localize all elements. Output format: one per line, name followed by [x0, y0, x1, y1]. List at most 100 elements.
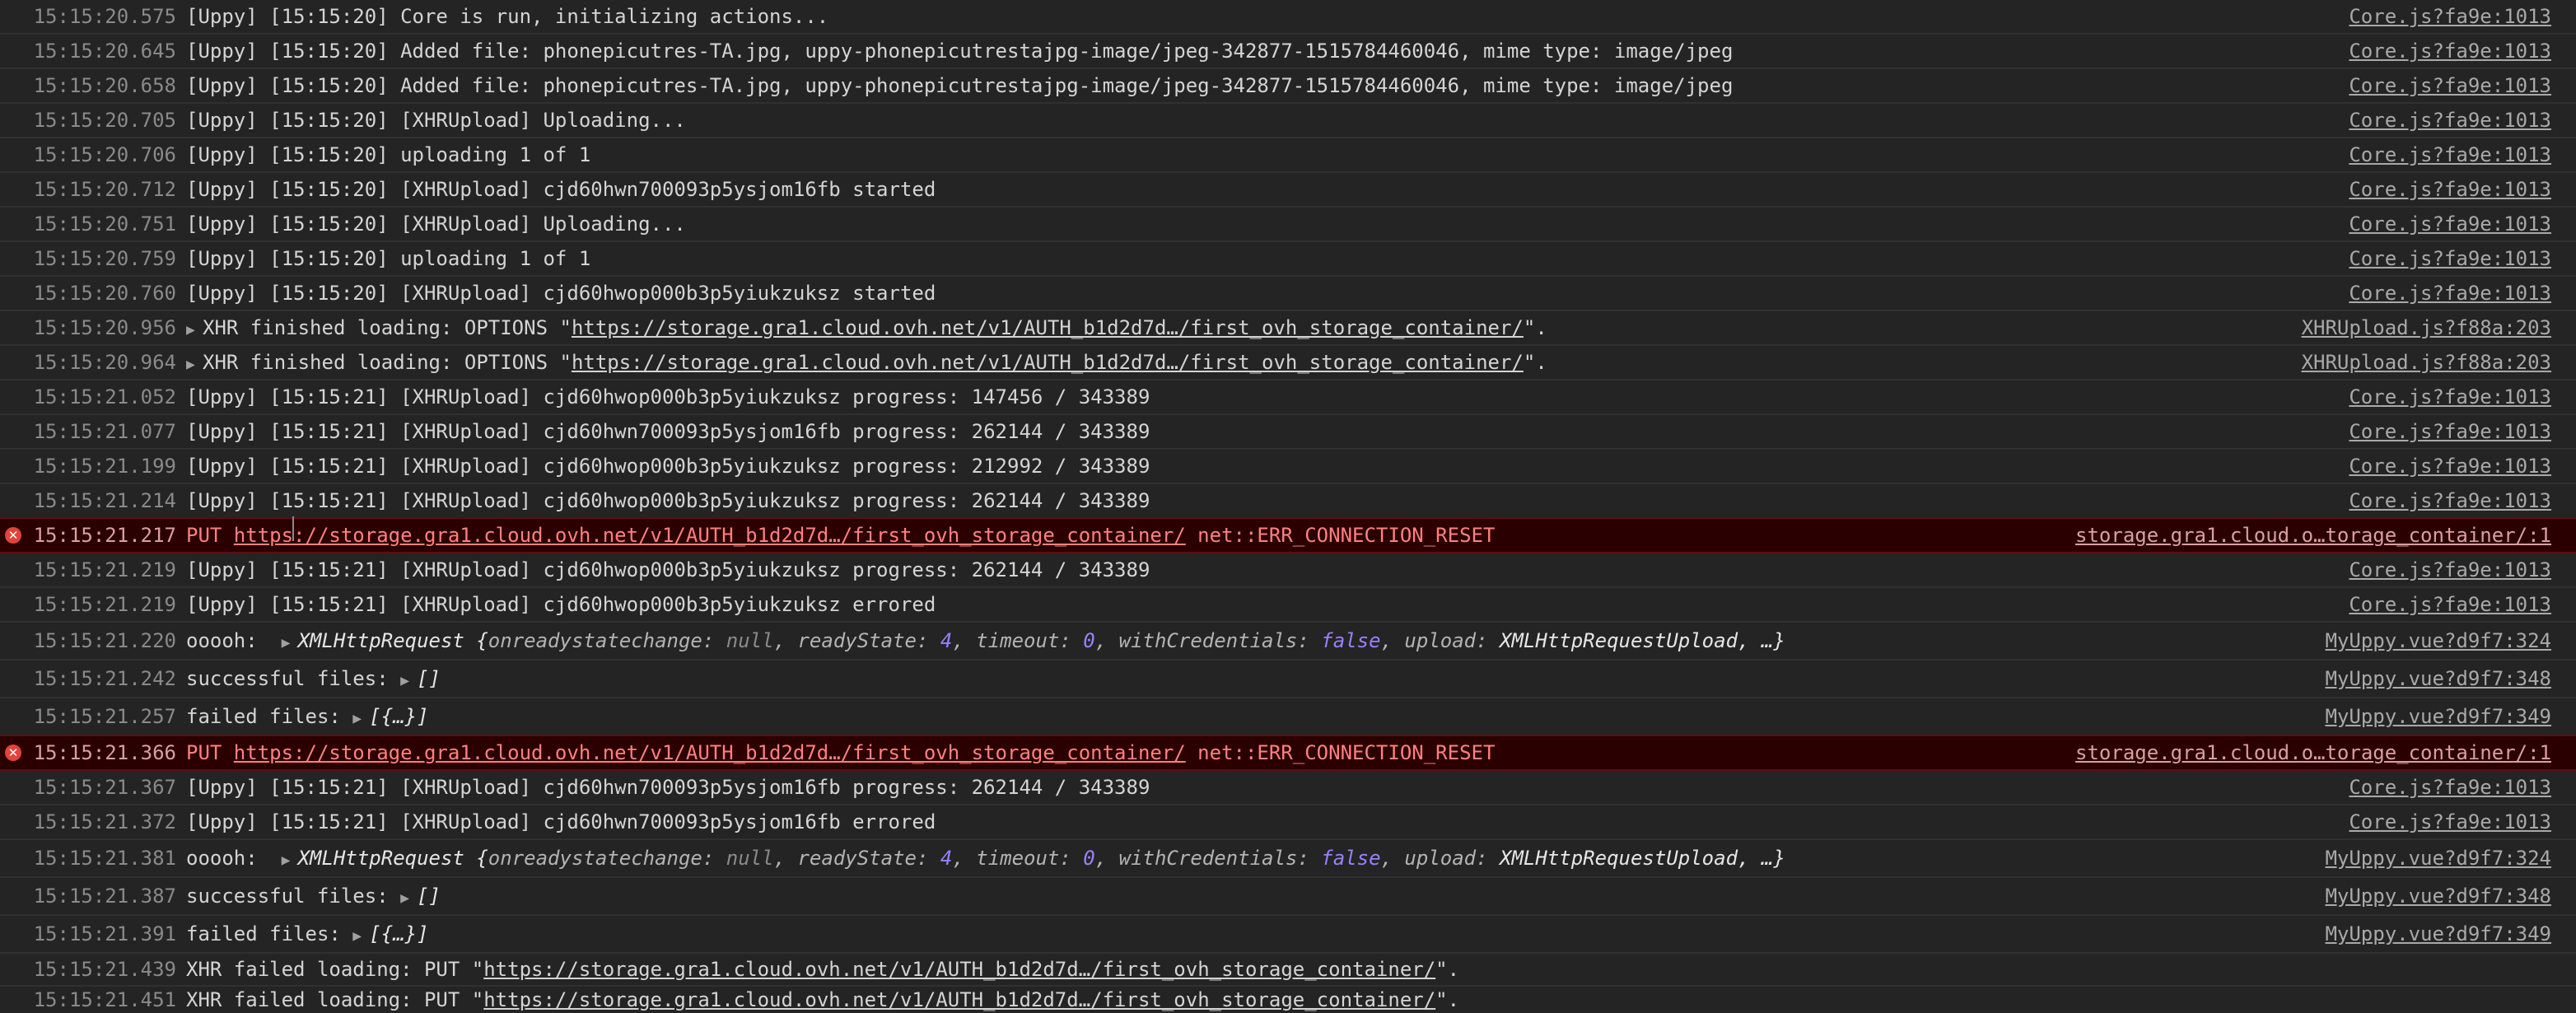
log-row: 15:15:20.645 [Uppy] [15:15:20] Added fil…	[0, 35, 2576, 69]
expand-triangle-icon[interactable]: ▶	[352, 927, 369, 945]
source-link[interactable]: Core.js?fa9e:1013	[2349, 593, 2551, 616]
object-name[interactable]: XMLHttpRequest	[298, 629, 477, 652]
log-row: 15:15:20.658 [Uppy] [15:15:20] Added fil…	[0, 69, 2576, 104]
request-url-link[interactable]: https://storage.gra1.cloud.ovh.net/v1/AU…	[572, 316, 1524, 339]
request-url-link[interactable]: https://storage.gra1.cloud.ovh.net/v1/AU…	[234, 741, 1186, 764]
source-link[interactable]: Core.js?fa9e:1013	[2349, 143, 2551, 166]
log-row: 15:15:21.219 [Uppy] [15:15:21] [XHRUploa…	[0, 553, 2576, 588]
log-message: [Uppy] [15:15:21] [XHRUpload] cjd60hwn70…	[186, 810, 936, 833]
object-key: , timeout:	[952, 847, 1084, 870]
object-brace: , …}	[1738, 847, 1785, 870]
array-value[interactable]: []	[417, 667, 441, 690]
timestamp: 15:15:21.366	[33, 741, 176, 764]
object-value: false	[1321, 847, 1381, 870]
log-row: 15:15:21.242 successful files: ▶[] MyUpp…	[0, 661, 2576, 698]
timestamp: 15:15:20.751	[33, 212, 176, 236]
source-link[interactable]: Core.js?fa9e:1013	[2349, 455, 2551, 478]
object-key: , timeout:	[952, 629, 1084, 652]
row-gutter: ✕	[0, 745, 26, 761]
timestamp: 15:15:21.217	[33, 524, 176, 547]
source-link[interactable]: Core.js?fa9e:1013	[2349, 178, 2551, 201]
expand-triangle-icon[interactable]: ▶	[186, 356, 203, 373]
source-link[interactable]: XHRUpload.js?f88a:203	[2302, 316, 2551, 339]
log-message: ooooh: ▶ XMLHttpRequest {onreadystatechan…	[186, 629, 2576, 652]
source-link[interactable]: Core.js?fa9e:1013	[2349, 40, 2551, 63]
source-link[interactable]: XHRUpload.js?f88a:203	[2302, 351, 2551, 374]
source-link[interactable]: MyUppy.vue?d9f7:349	[2325, 705, 2551, 728]
log-label: failed files:	[186, 705, 353, 728]
source-link[interactable]: MyUppy.vue?d9f7:348	[2325, 667, 2551, 690]
expand-triangle-icon[interactable]: ▶	[186, 321, 203, 338]
quote-end: ".	[1435, 988, 1460, 1011]
timestamp: 15:15:20.706	[33, 143, 176, 166]
source-link[interactable]: Core.js?fa9e:1013	[2349, 212, 2551, 236]
expand-triangle-icon[interactable]: ▶	[282, 852, 298, 869]
timestamp: 15:15:21.367	[33, 776, 176, 799]
expand-triangle-icon[interactable]: ▶	[400, 672, 417, 689]
source-link[interactable]: Core.js?fa9e:1013	[2349, 385, 2551, 408]
object-value: null	[726, 847, 774, 870]
console-log: 15:15:20.575 [Uppy] [15:15:20] Core is r…	[0, 0, 2576, 1013]
object-brace: , …}	[1738, 629, 1785, 652]
request-url-link[interactable]: https://storage.gra1.cloud.ovh.net/v1/AU…	[234, 524, 1186, 547]
timestamp: 15:15:21.439	[33, 958, 176, 981]
expand-triangle-icon[interactable]: ▶	[400, 889, 417, 907]
log-message: ▶ XHR finished loading: OPTIONS "https://…	[186, 351, 2576, 374]
timestamp: 15:15:21.451	[33, 988, 176, 1011]
error-code: net::ERR_CONNECTION_RESET	[1185, 524, 1496, 547]
source-link[interactable]: Core.js?fa9e:1013	[2349, 776, 2551, 799]
object-name[interactable]: XMLHttpRequest	[298, 847, 477, 870]
source-link[interactable]: storage.gra1.cloud.o…torage_container/:1	[2075, 524, 2551, 547]
log-message: XHR failed loading: PUT "https://storage…	[186, 988, 2576, 1011]
array-value[interactable]: []	[417, 885, 441, 908]
object-key: onreadystatechange:	[488, 629, 726, 652]
expand-triangle-icon[interactable]: ▶	[352, 710, 369, 727]
log-message: [Uppy] [15:15:20] Added file: phonepicut…	[186, 74, 1734, 97]
quote-end: ".	[1523, 351, 1547, 374]
timestamp: 15:15:20.712	[33, 178, 176, 201]
source-link[interactable]: Core.js?fa9e:1013	[2349, 282, 2551, 305]
timestamp: 15:15:21.220	[33, 629, 176, 652]
timestamp: 15:15:21.257	[33, 705, 176, 728]
source-link[interactable]: Core.js?fa9e:1013	[2349, 5, 2551, 28]
source-link[interactable]: Core.js?fa9e:1013	[2349, 247, 2551, 270]
timestamp: 15:15:20.705	[33, 109, 176, 132]
source-link[interactable]: MyUppy.vue?d9f7:349	[2325, 922, 2551, 945]
log-message: [Uppy] [15:15:21] [XHRUpload] cjd60hwn70…	[186, 776, 1150, 799]
timestamp: 15:15:21.387	[33, 885, 176, 908]
timestamp: 15:15:20.575	[33, 5, 176, 28]
object-key: onreadystatechange:	[488, 847, 726, 870]
source-link[interactable]: storage.gra1.cloud.o…torage_container/:1	[2075, 741, 2551, 764]
source-link[interactable]: Core.js?fa9e:1013	[2349, 558, 2551, 581]
expand-triangle-icon[interactable]: ▶	[282, 634, 298, 651]
xhr-put-prefix: XHR failed loading: PUT "	[186, 958, 484, 981]
source-link[interactable]: MyUppy.vue?d9f7:348	[2325, 885, 2551, 908]
source-link[interactable]: MyUppy.vue?d9f7:324	[2325, 847, 2551, 870]
source-link[interactable]: Core.js?fa9e:1013	[2349, 420, 2551, 443]
timestamp: 15:15:20.658	[33, 74, 176, 97]
object-value: false	[1321, 629, 1381, 652]
xhr-options-prefix: XHR finished loading: OPTIONS "	[203, 316, 572, 339]
log-row: 15:15:21.220 ooooh: ▶ XMLHttpRequest {onr…	[0, 623, 2576, 661]
log-row: 15:15:21.372 [Uppy] [15:15:21] [XHRUploa…	[0, 805, 2576, 840]
source-link[interactable]: Core.js?fa9e:1013	[2349, 810, 2551, 833]
row-gutter: ✕	[0, 527, 26, 544]
log-message: XHR failed loading: PUT "https://storage…	[186, 958, 2576, 981]
timestamp: 15:15:20.956	[33, 316, 176, 339]
array-value[interactable]: [{…}]	[369, 705, 428, 728]
quote-end: ".	[1523, 316, 1547, 339]
log-message: [Uppy] [15:15:21] [XHRUpload] cjd60hwop0…	[186, 455, 1150, 478]
array-value[interactable]: [{…}]	[369, 922, 428, 945]
object-key: , readyState:	[773, 629, 940, 652]
log-row: 15:15:20.964 ▶ XHR finished loading: OPTI…	[0, 346, 2576, 380]
log-message: [Uppy] [15:15:20] [XHRUpload] Uploading.…	[186, 212, 686, 236]
request-url-link[interactable]: https://storage.gra1.cloud.ovh.net/v1/AU…	[483, 958, 1435, 981]
source-link[interactable]: Core.js?fa9e:1013	[2349, 109, 2551, 132]
request-url-link[interactable]: https://storage.gra1.cloud.ovh.net/v1/AU…	[483, 988, 1435, 1011]
timestamp: 15:15:21.381	[33, 847, 176, 870]
object-value: 0	[1083, 847, 1095, 870]
source-link[interactable]: MyUppy.vue?d9f7:324	[2325, 629, 2551, 652]
source-link[interactable]: Core.js?fa9e:1013	[2349, 74, 2551, 97]
source-link[interactable]: Core.js?fa9e:1013	[2349, 489, 2551, 512]
request-url-link[interactable]: https://storage.gra1.cloud.ovh.net/v1/AU…	[572, 351, 1524, 374]
